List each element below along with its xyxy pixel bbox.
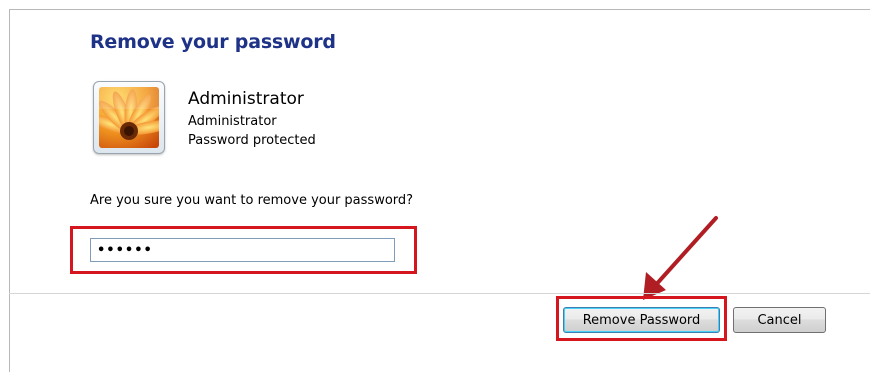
footer-divider bbox=[9, 293, 870, 294]
user-name: Administrator bbox=[188, 89, 304, 109]
window-top-border bbox=[9, 9, 870, 10]
remove-password-button[interactable]: Remove Password bbox=[563, 307, 720, 333]
user-status: Password protected bbox=[188, 133, 316, 148]
confirmation-question: Are you sure you want to remove your pas… bbox=[90, 193, 414, 208]
user-avatar-frame bbox=[93, 81, 165, 154]
user-role: Administrator bbox=[188, 114, 277, 129]
page-title: Remove your password bbox=[90, 31, 336, 53]
password-input[interactable] bbox=[90, 238, 395, 262]
cancel-button[interactable]: Cancel bbox=[733, 307, 826, 333]
window-left-border bbox=[9, 9, 10, 372]
flower-avatar-icon bbox=[99, 87, 159, 148]
